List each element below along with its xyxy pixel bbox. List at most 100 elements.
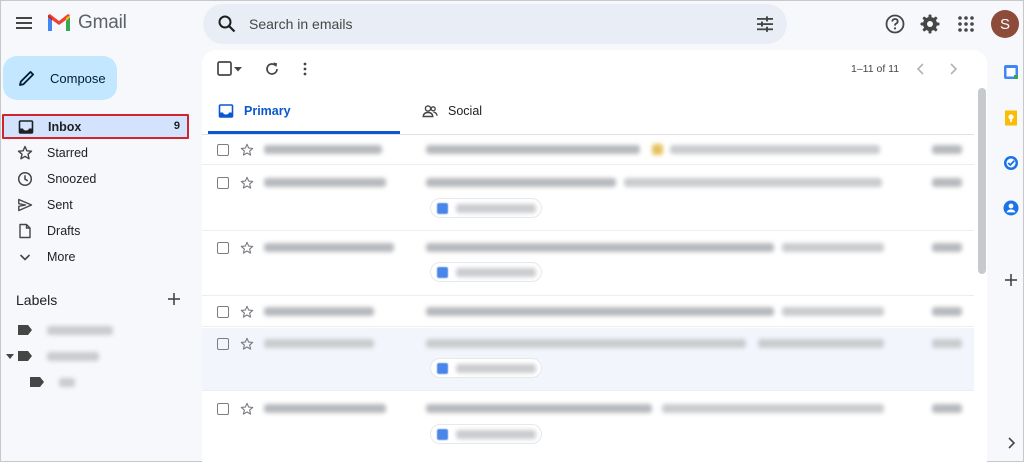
date-redacted <box>932 178 962 187</box>
attachment-name-redacted <box>456 267 536 277</box>
plus-icon[interactable] <box>167 292 181 306</box>
compose-button[interactable]: Compose <box>3 56 117 100</box>
label-item[interactable] <box>29 374 75 390</box>
nav-item-starred[interactable]: Starred <box>0 140 190 166</box>
row-checkbox[interactable] <box>217 177 229 189</box>
star-outline-icon[interactable] <box>240 241 254 255</box>
expand-panel-chevron-right-icon[interactable] <box>1002 434 1020 452</box>
attachment-chip[interactable] <box>430 358 542 378</box>
settings-gear-icon[interactable] <box>919 13 941 35</box>
sent-label: Sent <box>47 198 73 212</box>
app-name: Gmail <box>78 12 127 33</box>
label-name-redacted <box>59 377 75 387</box>
subject-redacted <box>426 243 774 252</box>
star-outline-icon[interactable] <box>240 143 254 157</box>
subject-redacted <box>426 145 640 154</box>
attachment-chip[interactable] <box>430 262 542 282</box>
row-checkbox[interactable] <box>217 403 229 415</box>
labels-heading: Labels <box>16 292 58 308</box>
star-outline-icon[interactable] <box>240 402 254 416</box>
tab-primary-label: Primary <box>244 104 291 118</box>
label-tag-icon <box>30 377 44 387</box>
label-tag-icon <box>18 325 32 335</box>
star-outline-icon[interactable] <box>240 176 254 190</box>
snippet-redacted <box>782 307 884 316</box>
row-checkbox[interactable] <box>217 242 229 254</box>
account-avatar[interactable]: S <box>991 10 1019 38</box>
nav-item-inbox[interactable]: Inbox 9 <box>2 114 189 139</box>
email-row[interactable] <box>202 328 974 391</box>
caret-down-icon[interactable] <box>6 352 14 360</box>
pagination-count: 1–11 of 11 <box>851 63 900 75</box>
refresh-icon[interactable] <box>263 60 281 78</box>
email-row[interactable] <box>202 392 974 462</box>
attachment-name-redacted <box>456 363 536 373</box>
tasks-icon[interactable] <box>1002 154 1020 172</box>
row-checkbox[interactable] <box>217 144 229 156</box>
people-icon <box>422 105 438 118</box>
email-row[interactable] <box>202 135 974 165</box>
tab-primary[interactable]: Primary <box>208 90 400 134</box>
main-menu-icon[interactable] <box>14 13 34 33</box>
chevron-down-icon <box>19 254 31 261</box>
compose-label: Compose <box>50 71 106 86</box>
contacts-icon[interactable] <box>1002 199 1020 217</box>
star-outline-icon[interactable] <box>240 305 254 319</box>
date-redacted <box>932 339 962 348</box>
label-tag-icon <box>18 351 32 361</box>
keep-notes-icon[interactable] <box>1002 109 1020 127</box>
tab-social-label: Social <box>448 104 483 118</box>
attachment-file-icon <box>437 266 448 278</box>
date-redacted <box>932 145 962 154</box>
label-item[interactable] <box>17 322 113 338</box>
attachment-file-icon <box>437 362 448 374</box>
more-label: More <box>47 250 76 264</box>
email-row[interactable] <box>202 232 974 296</box>
star-outline-icon[interactable] <box>240 337 254 351</box>
attachment-chip[interactable] <box>430 424 542 444</box>
search-icon[interactable] <box>217 14 237 34</box>
inbox-unread-count: 9 <box>173 120 180 132</box>
more-options-icon[interactable] <box>296 60 314 78</box>
mail-list-scrollbar[interactable] <box>978 88 986 274</box>
nav-item-sent[interactable]: Sent <box>0 192 190 218</box>
row-checkbox[interactable] <box>217 338 229 350</box>
search-input[interactable] <box>249 13 729 35</box>
help-icon[interactable] <box>884 13 906 35</box>
older-page-chevron-right-icon[interactable] <box>944 60 962 78</box>
star-icon <box>17 145 33 160</box>
select-dropdown-caret-icon[interactable] <box>233 60 243 78</box>
tab-social[interactable]: Social <box>412 90 602 134</box>
snippet-redacted <box>662 404 884 413</box>
nav-item-snoozed[interactable]: Snoozed <box>0 166 190 192</box>
nav-item-more[interactable]: More <box>0 244 190 270</box>
apps-grid-icon[interactable] <box>955 13 977 35</box>
newer-page-chevron-left-icon[interactable] <box>912 60 930 78</box>
calendar-icon[interactable] <box>1002 63 1020 81</box>
snippet-redacted <box>670 145 880 154</box>
email-row[interactable] <box>202 166 974 231</box>
subject-redacted <box>426 404 652 413</box>
get-addons-plus-icon[interactable] <box>1002 271 1020 289</box>
gmail-logo[interactable]: Gmail <box>46 12 127 34</box>
search-bar[interactable] <box>203 4 787 44</box>
nav-item-drafts[interactable]: Drafts <box>0 218 190 244</box>
clock-icon <box>17 171 33 187</box>
attachment-file-icon <box>437 202 448 214</box>
emoji-redacted <box>652 144 663 155</box>
attachment-name-redacted <box>456 429 536 439</box>
select-all-checkbox[interactable] <box>216 60 234 78</box>
label-item[interactable] <box>6 348 99 364</box>
email-row[interactable] <box>202 297 974 327</box>
pencil-icon <box>19 71 34 86</box>
sender-redacted <box>264 243 394 252</box>
search-options-icon[interactable] <box>755 14 775 34</box>
inbox-tray-icon <box>218 104 234 118</box>
mail-list-panel: 1–11 of 11 Primary Social <box>202 50 987 462</box>
attachment-chip[interactable] <box>430 198 542 218</box>
subject-redacted <box>426 307 774 316</box>
attachment-file-icon <box>437 428 448 440</box>
send-icon <box>18 198 33 212</box>
row-checkbox[interactable] <box>217 306 229 318</box>
sender-redacted <box>264 145 382 154</box>
